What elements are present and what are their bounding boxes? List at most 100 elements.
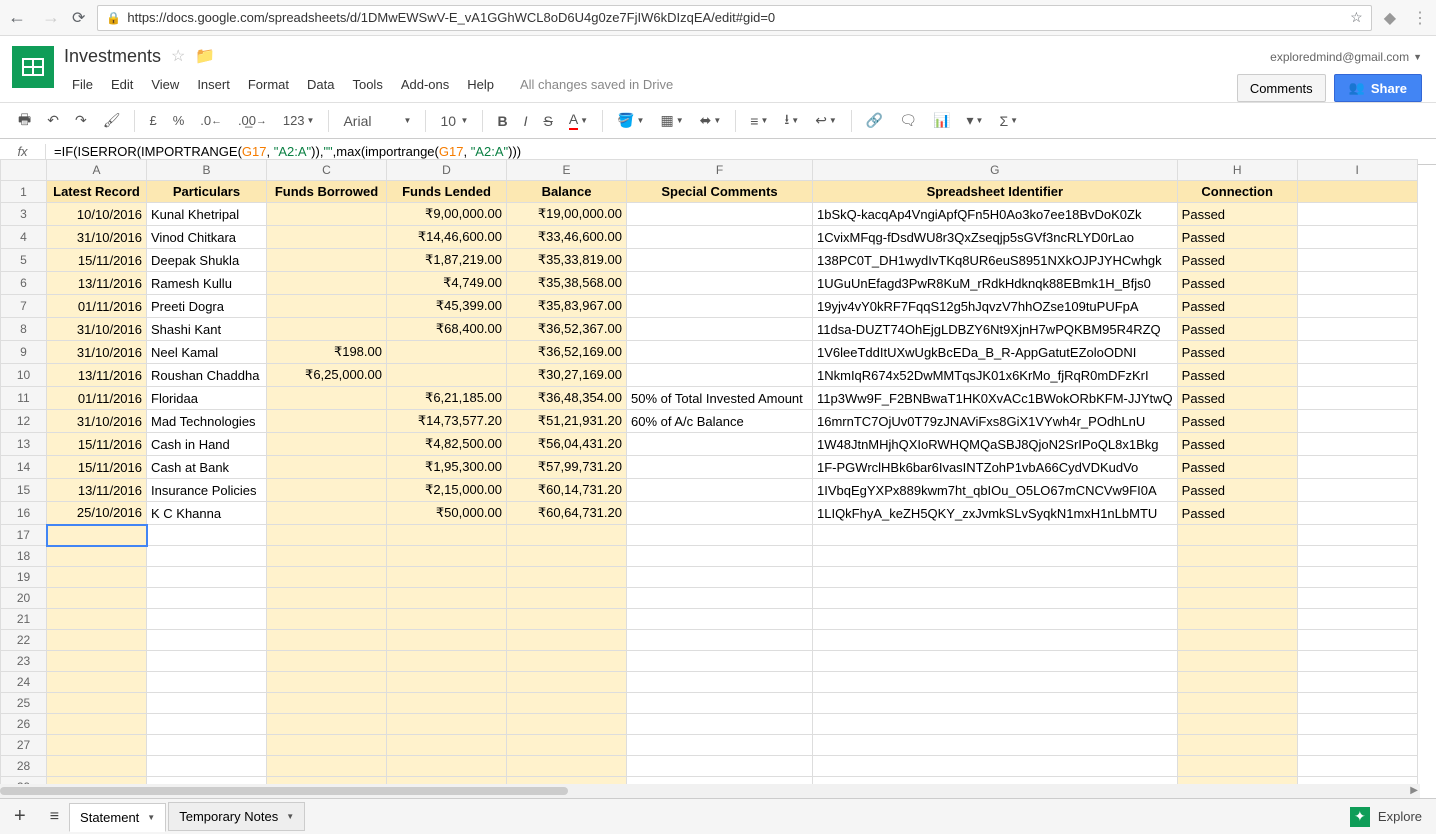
cell[interactable]: 15/11/2016 bbox=[47, 433, 147, 456]
cell[interactable] bbox=[507, 546, 627, 567]
row-header-16[interactable]: 16 bbox=[1, 502, 47, 525]
cell[interactable]: ₹19,00,000.00 bbox=[507, 203, 627, 226]
cell[interactable] bbox=[1297, 364, 1417, 387]
star-icon[interactable]: ☆ bbox=[171, 46, 185, 66]
v-align-button[interactable]: ⭳▼ bbox=[778, 105, 805, 137]
row-header-17[interactable]: 17 bbox=[1, 525, 47, 546]
italic-button[interactable]: I bbox=[518, 109, 534, 133]
cell[interactable]: Passed bbox=[1177, 226, 1297, 249]
cell[interactable]: 50% of Total Invested Amount bbox=[627, 387, 813, 410]
menu-file[interactable]: File bbox=[64, 73, 101, 96]
cell[interactable] bbox=[507, 588, 627, 609]
cell[interactable] bbox=[1297, 433, 1417, 456]
h-align-button[interactable]: ≡▼ bbox=[744, 109, 774, 133]
account-email[interactable]: exploredmind@gmail.com ▼ bbox=[1270, 50, 1422, 64]
column-header-H[interactable]: H bbox=[1177, 160, 1297, 181]
cell[interactable]: Passed bbox=[1177, 387, 1297, 410]
cell[interactable]: Passed bbox=[1177, 318, 1297, 341]
column-header-B[interactable]: B bbox=[147, 160, 267, 181]
folder-icon[interactable]: 📁 bbox=[195, 46, 215, 66]
cell[interactable] bbox=[1177, 651, 1297, 672]
cell[interactable] bbox=[267, 672, 387, 693]
cell[interactable] bbox=[267, 410, 387, 433]
cell[interactable]: ₹36,48,354.00 bbox=[507, 387, 627, 410]
column-header-A[interactable]: A bbox=[47, 160, 147, 181]
cell[interactable]: K C Khanna bbox=[147, 502, 267, 525]
cell[interactable] bbox=[1297, 651, 1417, 672]
row-header-15[interactable]: 15 bbox=[1, 479, 47, 502]
column-header-F[interactable]: F bbox=[627, 160, 813, 181]
cell[interactable]: ₹50,000.00 bbox=[387, 502, 507, 525]
browser-menu-icon[interactable]: ⋮ bbox=[1412, 8, 1428, 28]
cell[interactable] bbox=[387, 567, 507, 588]
sheet-tab-temporary-notes[interactable]: Temporary Notes▼ bbox=[168, 802, 305, 831]
cell[interactable] bbox=[813, 714, 1178, 735]
insert-comment-button[interactable]: 🗨 bbox=[893, 108, 923, 133]
cell[interactable]: 11p3Ww9F_F2BNBwaT1HK0XvACc1BWokORbKFM-JJ… bbox=[813, 387, 1178, 410]
cell[interactable] bbox=[267, 249, 387, 272]
cell[interactable] bbox=[507, 693, 627, 714]
cell[interactable] bbox=[507, 735, 627, 756]
font-size-select[interactable]: 10▼ bbox=[434, 109, 474, 133]
row-header-28[interactable]: 28 bbox=[1, 756, 47, 777]
header-cell[interactable]: Special Comments bbox=[627, 181, 813, 203]
cell[interactable] bbox=[627, 203, 813, 226]
cell[interactable] bbox=[387, 756, 507, 777]
row-header-25[interactable]: 25 bbox=[1, 693, 47, 714]
cell[interactable] bbox=[147, 630, 267, 651]
cell[interactable]: 1W48JtnMHjhQXIoRWHQMQaSBJ8QjoN2SrIPoQL8x… bbox=[813, 433, 1178, 456]
cell[interactable] bbox=[147, 756, 267, 777]
filter-button[interactable]: ▾▼ bbox=[961, 108, 990, 133]
fill-color-button[interactable]: 🪣▼ bbox=[611, 108, 650, 133]
header-cell[interactable]: Balance bbox=[507, 181, 627, 203]
cell[interactable] bbox=[387, 341, 507, 364]
cell[interactable] bbox=[1297, 756, 1417, 777]
cell[interactable] bbox=[1177, 588, 1297, 609]
cell[interactable] bbox=[267, 735, 387, 756]
cell[interactable] bbox=[813, 651, 1178, 672]
cell[interactable] bbox=[627, 318, 813, 341]
menu-format[interactable]: Format bbox=[240, 73, 297, 96]
cell[interactable] bbox=[267, 479, 387, 502]
cell[interactable]: Passed bbox=[1177, 433, 1297, 456]
cell[interactable] bbox=[387, 630, 507, 651]
row-header-23[interactable]: 23 bbox=[1, 651, 47, 672]
cell[interactable]: ₹56,04,431.20 bbox=[507, 433, 627, 456]
cell[interactable] bbox=[47, 567, 147, 588]
select-all-cell[interactable] bbox=[1, 160, 47, 181]
scroll-right-icon[interactable]: ▶ bbox=[1410, 785, 1418, 796]
row-header-21[interactable]: 21 bbox=[1, 609, 47, 630]
row-header-22[interactable]: 22 bbox=[1, 630, 47, 651]
cell[interactable] bbox=[267, 318, 387, 341]
cell[interactable] bbox=[1177, 546, 1297, 567]
sheet-tab-statement[interactable]: Statement▼ bbox=[69, 803, 166, 832]
cell[interactable] bbox=[1297, 693, 1417, 714]
cell[interactable]: Passed bbox=[1177, 341, 1297, 364]
cell[interactable] bbox=[627, 295, 813, 318]
cell[interactable]: 1CvixMFqg-fDsdWU8r3QxZseqjp5sGVf3ncRLYD0… bbox=[813, 226, 1178, 249]
cell[interactable]: ₹35,83,967.00 bbox=[507, 295, 627, 318]
cell[interactable] bbox=[627, 714, 813, 735]
cell[interactable]: ₹1,87,219.00 bbox=[387, 249, 507, 272]
cell[interactable]: 15/11/2016 bbox=[47, 249, 147, 272]
cell[interactable]: Neel Kamal bbox=[147, 341, 267, 364]
column-header-D[interactable]: D bbox=[387, 160, 507, 181]
cell[interactable] bbox=[1297, 249, 1417, 272]
header-cell[interactable]: Latest Record bbox=[47, 181, 147, 203]
cell[interactable] bbox=[267, 630, 387, 651]
row-header-1[interactable]: 1 bbox=[1, 181, 47, 203]
undo-icon[interactable]: ↶ bbox=[41, 108, 65, 133]
header-cell[interactable]: Particulars bbox=[147, 181, 267, 203]
column-header-I[interactable]: I bbox=[1297, 160, 1417, 181]
cell[interactable] bbox=[147, 525, 267, 546]
cell[interactable] bbox=[267, 609, 387, 630]
functions-button[interactable]: Σ▼ bbox=[993, 109, 1024, 133]
cell[interactable] bbox=[1297, 714, 1417, 735]
cell[interactable] bbox=[387, 609, 507, 630]
cell[interactable]: ₹14,73,577.20 bbox=[387, 410, 507, 433]
text-wrap-button[interactable]: ↩▼ bbox=[809, 108, 843, 133]
explore-button[interactable]: ✦ Explore bbox=[1336, 807, 1436, 827]
cell[interactable] bbox=[507, 714, 627, 735]
cell[interactable] bbox=[267, 756, 387, 777]
cell[interactable] bbox=[627, 525, 813, 546]
